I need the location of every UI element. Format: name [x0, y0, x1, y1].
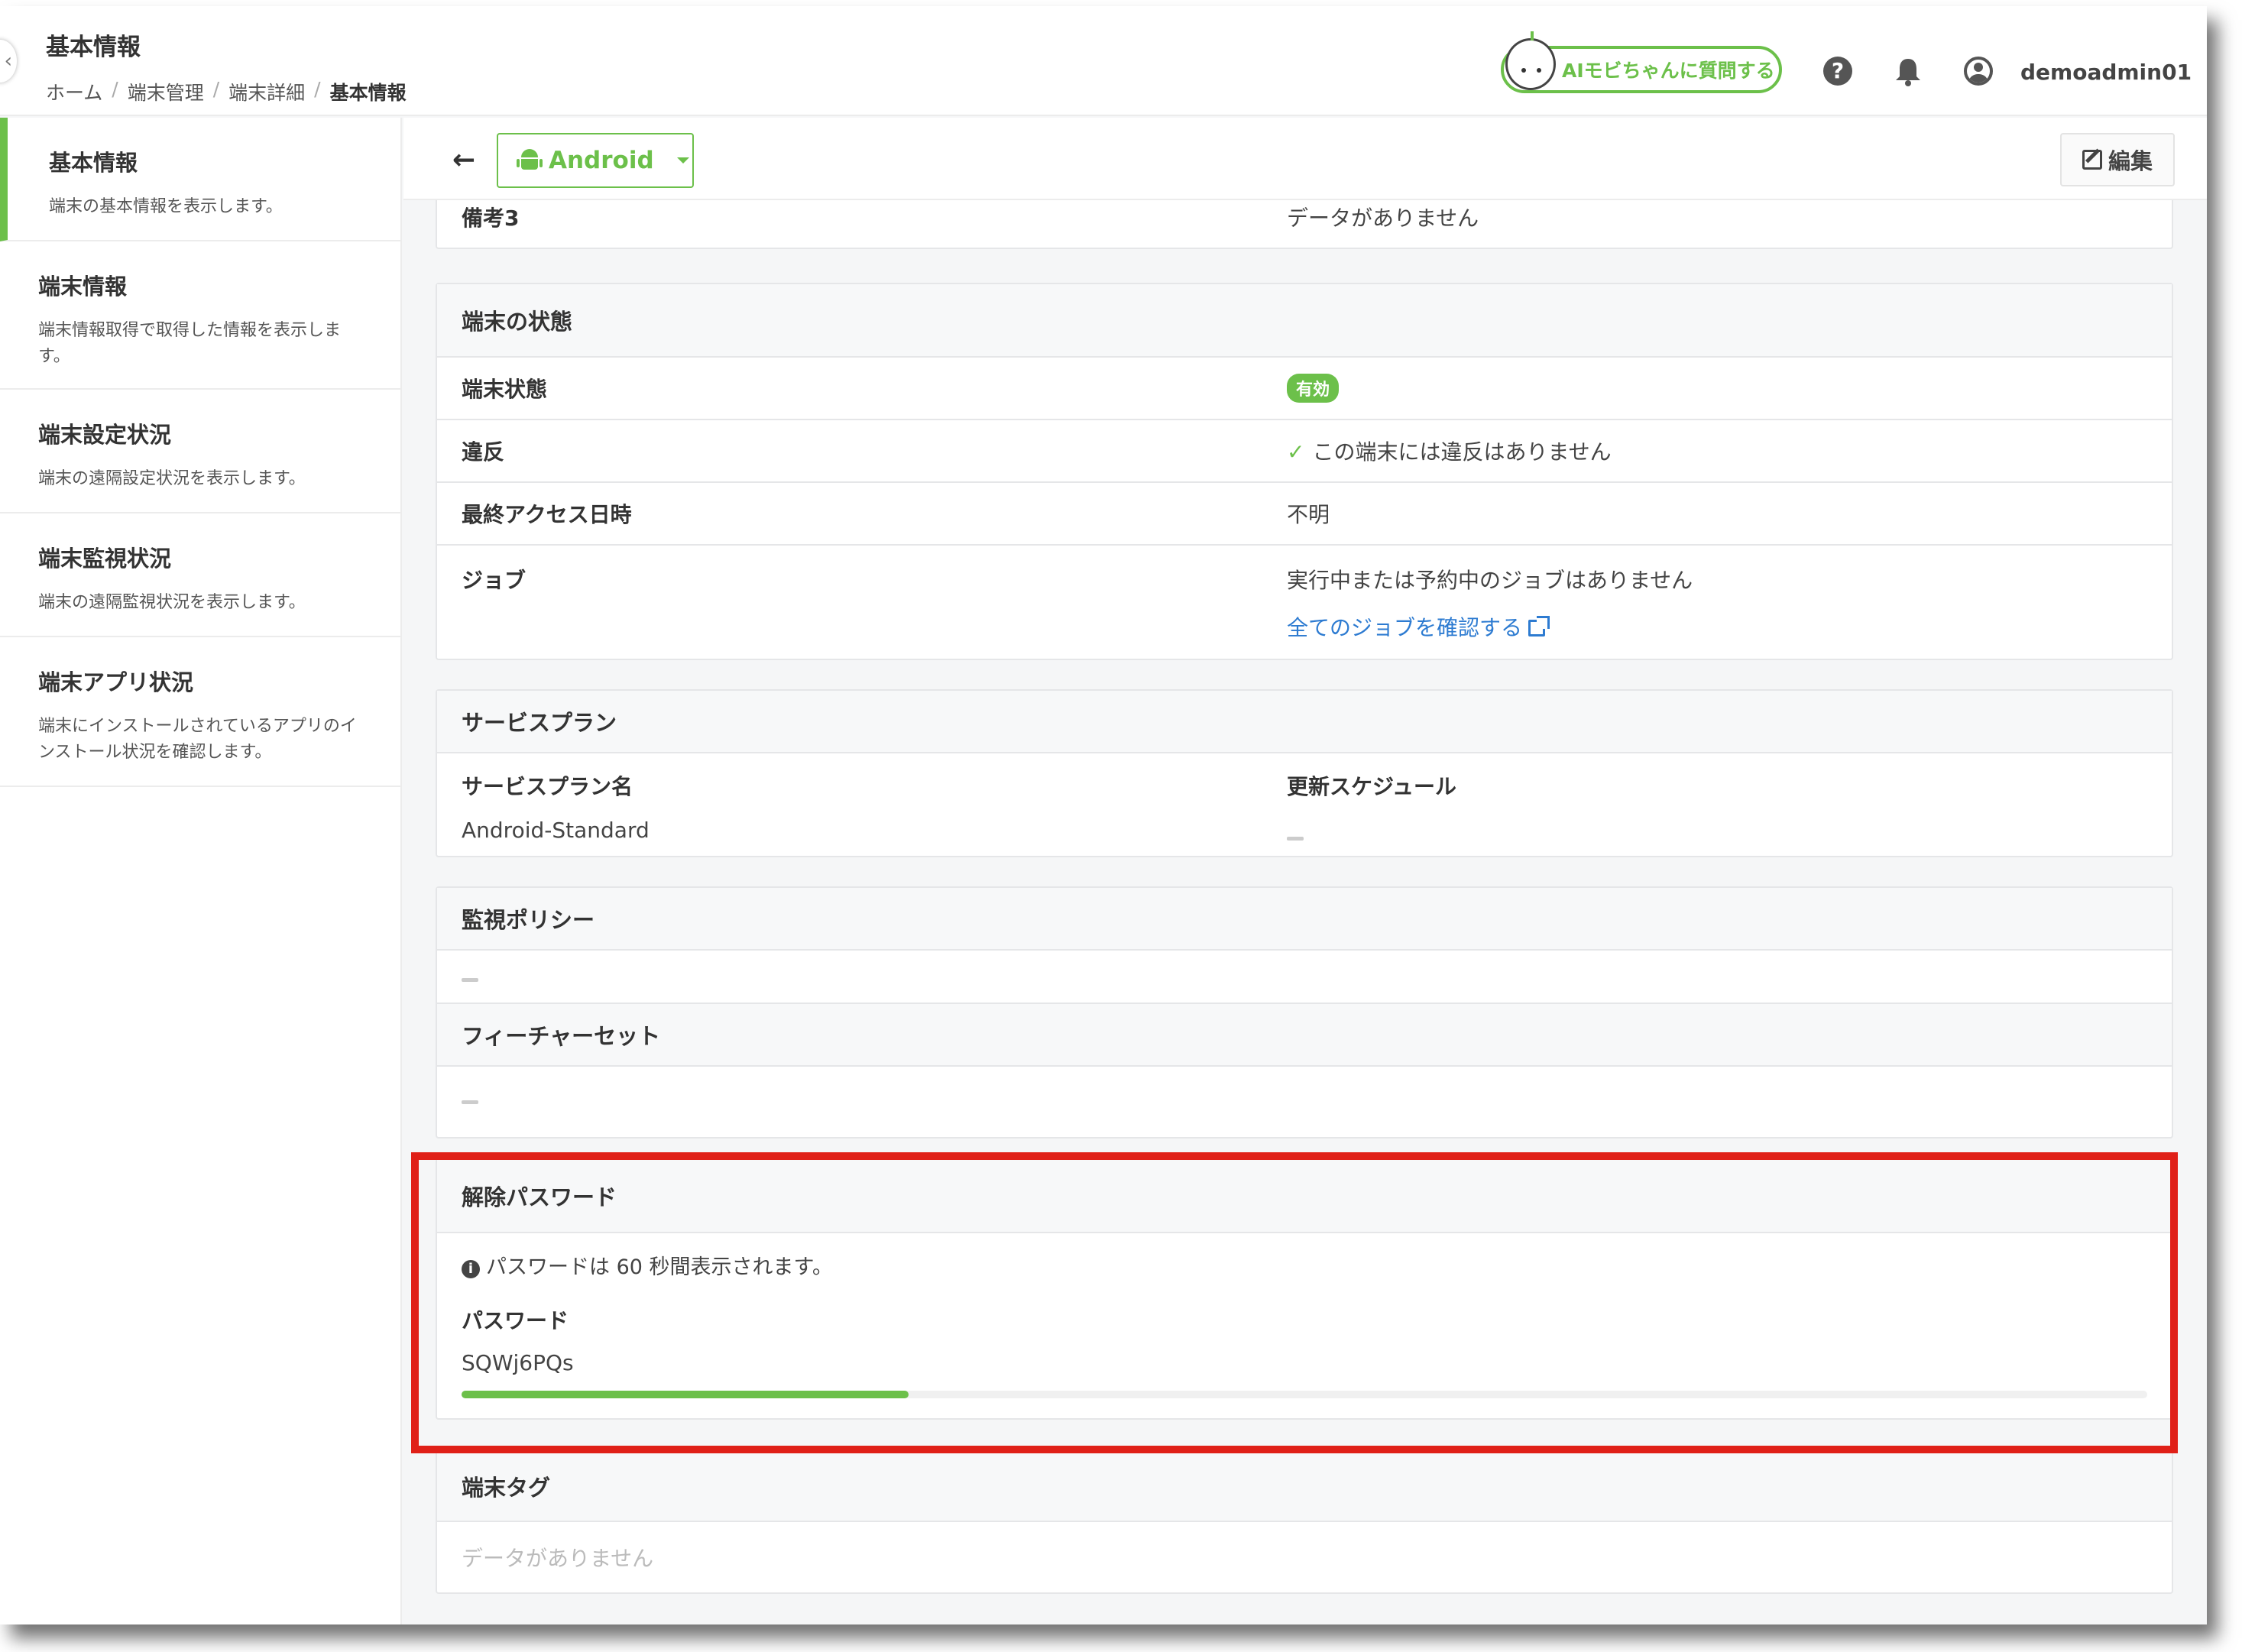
- update-schedule-label: 更新スケジュール: [1287, 774, 1457, 799]
- sidebar-item-desc: 端末の基本情報を表示します。: [49, 197, 283, 216]
- sidebar: 基本情報 端末の基本情報を表示します。 端末情報 端末情報取得で取得した情報を表…: [0, 118, 402, 1624]
- mascot-icon: [1505, 31, 1556, 90]
- app-window: ‹ 基本情報 ホーム / 端末管理 / 端末詳細 / 基本情報 AIモビちゃんに質問す…: [0, 6, 2207, 1624]
- sidebar-collapse-handle[interactable]: ‹: [0, 40, 17, 83]
- unlock-password-panel: 解除パスワード i パスワードは 60 秒間表示されます。 パスワード SQWj6…: [436, 1158, 2173, 1420]
- sidebar-item-title: 基本情報: [49, 150, 138, 176]
- chevron-down-icon: [676, 157, 689, 164]
- last-access-value: 不明: [1287, 502, 1330, 527]
- ai-assistant-label: AIモビちゃんに質問する: [1562, 60, 1775, 82]
- os-select-label: Android: [549, 147, 654, 174]
- sidebar-item-device-info[interactable]: 端末情報 端末情報取得で取得した情報を表示します。: [0, 241, 400, 390]
- breadcrumb-device-management[interactable]: 端末管理: [128, 78, 204, 105]
- breadcrumb-current: 基本情報: [329, 82, 407, 104]
- check-icon: ✓: [1287, 439, 1305, 465]
- password-notice-text: パスワードは 60 秒間表示されます。: [486, 1255, 833, 1279]
- edit-button-label: 編集: [2108, 148, 2153, 174]
- status-badge: 有効: [1287, 374, 1340, 403]
- violation-row: 違反 ✓ この端末には違反はありません: [437, 420, 2172, 483]
- sidebar-item-title: 端末アプリ状況: [38, 669, 194, 695]
- device-status-label: 端末状態: [462, 377, 548, 402]
- content-toolbar: ← Android 編集: [403, 118, 2207, 200]
- service-plan-title: サービスプラン: [437, 691, 2172, 753]
- username[interactable]: demoadmin01: [2020, 60, 2192, 85]
- sidebar-item-device-monitoring[interactable]: 端末監視状況 端末の遠隔監視状況を表示します。: [0, 513, 400, 637]
- help-icon[interactable]: ?: [1823, 57, 1852, 86]
- page-title: 基本情報: [46, 34, 141, 61]
- device-status-title: 端末の状態: [437, 284, 2172, 358]
- device-status-row: 端末状態 有効: [437, 358, 2172, 420]
- monitoring-policy-empty: [462, 978, 478, 982]
- remarks-value: データがありません: [1287, 206, 1479, 231]
- external-link-icon: [1528, 616, 1550, 637]
- edit-icon: [2082, 150, 2102, 170]
- last-access-label: 最終アクセス日時: [462, 502, 632, 527]
- monitoring-policy-panel: 監視ポリシー フィーチャーセット: [436, 886, 2173, 1139]
- job-value: 実行中または予約中のジョブはありません: [1287, 568, 1693, 593]
- sidebar-item-title: 端末設定状況: [38, 422, 172, 448]
- service-plan-name-value: Android-Standard: [462, 818, 650, 843]
- password-timer-progress: [462, 1391, 2147, 1398]
- password-label: パスワード: [462, 1308, 569, 1333]
- sidebar-item-desc: 端末の遠隔監視状況を表示します。: [38, 593, 306, 612]
- service-plan-name-label: サービスプラン名: [462, 774, 633, 799]
- back-arrow-icon[interactable]: ←: [452, 147, 475, 174]
- device-tags-title: 端末タグ: [437, 1452, 2172, 1522]
- update-schedule-empty: [1287, 837, 1304, 841]
- sidebar-item-title: 端末情報: [38, 274, 128, 300]
- all-jobs-link[interactable]: 全てのジョブを確認する: [1287, 611, 1693, 642]
- service-plan-panel: サービスプラン サービスプラン名 Android-Standard 更新スケジュ…: [436, 689, 2173, 857]
- user-circle-icon[interactable]: [1964, 57, 1993, 86]
- info-icon: i: [462, 1260, 480, 1278]
- sidebar-item-title: 端末監視状況: [38, 546, 172, 572]
- sidebar-item-basic-info[interactable]: 基本情報 端末の基本情報を表示します。: [0, 118, 400, 241]
- all-jobs-link-label: 全てのジョブを確認する: [1287, 615, 1523, 640]
- sidebar-item-device-settings[interactable]: 端末設定状況 端末の遠隔設定状況を表示します。: [0, 390, 400, 513]
- service-plan-row: サービスプラン名 Android-Standard 更新スケジュール: [437, 753, 2172, 856]
- password-value: SQWj6PQs: [462, 1350, 574, 1375]
- edit-button[interactable]: 編集: [2060, 133, 2175, 186]
- monitoring-policy-title: 監視ポリシー: [437, 888, 2172, 951]
- device-tags-empty: データがありません: [462, 1546, 654, 1571]
- password-timer-fill: [462, 1391, 909, 1398]
- android-icon: [517, 149, 543, 172]
- sidebar-item-desc: 端末にインストールされているアプリのインストール状況を確認します。: [38, 717, 357, 762]
- breadcrumb-device-detail[interactable]: 端末詳細: [228, 78, 305, 105]
- top-header: ‹ 基本情報 ホーム / 端末管理 / 端末詳細 / 基本情報 AIモビちゃんに質問す…: [0, 6, 2207, 116]
- job-label: ジョブ: [462, 568, 526, 593]
- breadcrumb-home[interactable]: ホーム: [46, 78, 102, 105]
- sidebar-item-desc: 端末情報取得で取得した情報を表示します。: [38, 321, 342, 366]
- bell-icon[interactable]: [1894, 57, 1923, 86]
- device-tags-panel: 端末タグ データがありません: [436, 1450, 2173, 1594]
- os-select-dropdown[interactable]: Android: [497, 133, 694, 188]
- violation-label: 違反: [462, 439, 505, 465]
- feature-set-empty: [462, 1100, 478, 1104]
- violation-value: この端末には違反はありません: [1312, 439, 1612, 465]
- breadcrumb: ホーム / 端末管理 / 端末詳細 / 基本情報: [46, 78, 407, 105]
- ai-assistant-button[interactable]: AIモビちゃんに質問する: [1501, 31, 1782, 93]
- feature-set-title: フィーチャーセット: [437, 1004, 2172, 1067]
- sidebar-item-desc: 端末の遠隔設定状況を表示します。: [38, 469, 306, 488]
- password-notice: i パスワードは 60 秒間表示されます。: [437, 1233, 2172, 1280]
- job-row: ジョブ 実行中または予約中のジョブはありません 全てのジョブを確認する: [437, 546, 2172, 657]
- remarks-label: 備考3: [462, 206, 520, 231]
- device-status-panel: 端末の状態 端末状態 有効 違反 ✓ この端末には違反はありません 最終アクセス日…: [436, 283, 2173, 660]
- unlock-password-title: 解除パスワード: [437, 1160, 2172, 1233]
- last-access-row: 最終アクセス日時 不明: [437, 483, 2172, 546]
- sidebar-item-device-apps[interactable]: 端末アプリ状況 端末にインストールされているアプリのインストール状況を確認します…: [0, 637, 400, 787]
